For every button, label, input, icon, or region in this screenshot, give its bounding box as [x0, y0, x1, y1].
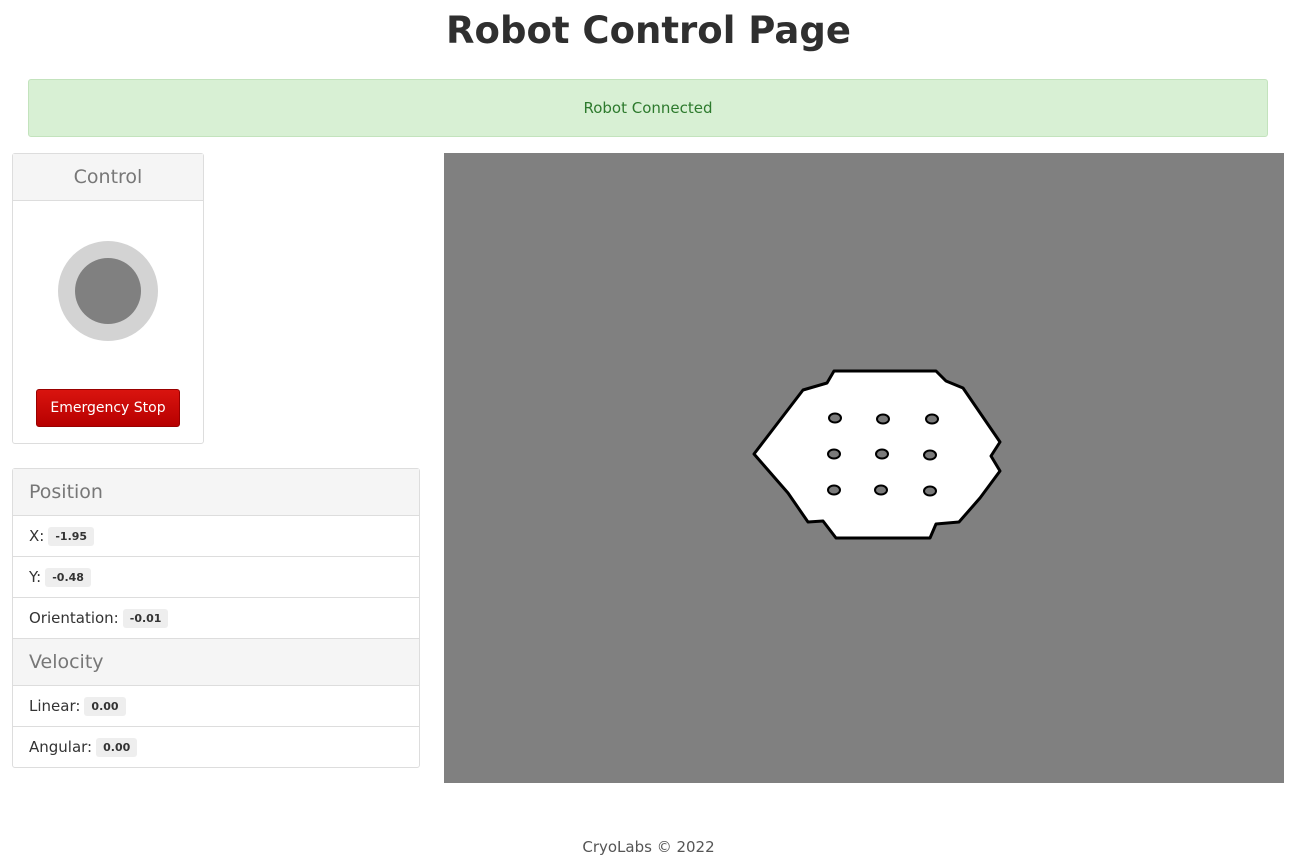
velocity-header: Velocity [13, 639, 419, 686]
joystick-knob[interactable] [75, 258, 141, 324]
pillar [876, 413, 890, 425]
emergency-stop-button[interactable]: Emergency Stop [36, 389, 180, 427]
linear-velocity-value: 0.00 [84, 696, 126, 716]
position-x-label: X: [29, 527, 45, 545]
position-x-value: -1.95 [48, 526, 95, 546]
pillar [923, 449, 937, 461]
orientation-value: -0.01 [122, 608, 169, 628]
orientation-row: Orientation: -0.01 [13, 598, 419, 639]
occupancy-map [752, 369, 1002, 540]
joystick[interactable] [58, 241, 158, 341]
pillar [925, 413, 939, 425]
position-x-row: X: -1.95 [13, 516, 419, 557]
angular-velocity-label: Angular: [29, 738, 93, 756]
robot-info-panel: Position X: -1.95 Y: -0.48 Orientation: … [12, 468, 420, 768]
connection-status-text: Robot Connected [583, 99, 713, 117]
control-panel-title: Control [13, 154, 203, 201]
position-y-label: Y: [29, 568, 42, 586]
linear-velocity-label: Linear: [29, 697, 81, 715]
angular-velocity-value: 0.00 [96, 737, 138, 757]
linear-velocity-row: Linear: 0.00 [13, 686, 419, 727]
connection-status-alert: Robot Connected [28, 79, 1268, 137]
pillar [875, 448, 889, 460]
control-panel: Control Emergency Stop [12, 153, 204, 444]
page-title: Robot Control Page [446, 9, 851, 52]
angular-velocity-row: Angular: 0.00 [13, 727, 419, 767]
map-view[interactable] [444, 153, 1284, 783]
pillar [874, 484, 888, 496]
pillar [828, 412, 842, 424]
position-y-row: Y: -0.48 [13, 557, 419, 598]
pillar [827, 484, 841, 496]
pillar [923, 485, 937, 497]
position-header: Position [13, 469, 419, 516]
orientation-label: Orientation: [29, 609, 119, 627]
footer-copyright: CryoLabs © 2022 [582, 838, 715, 856]
pillar [827, 448, 841, 460]
position-y-value: -0.48 [45, 567, 91, 587]
